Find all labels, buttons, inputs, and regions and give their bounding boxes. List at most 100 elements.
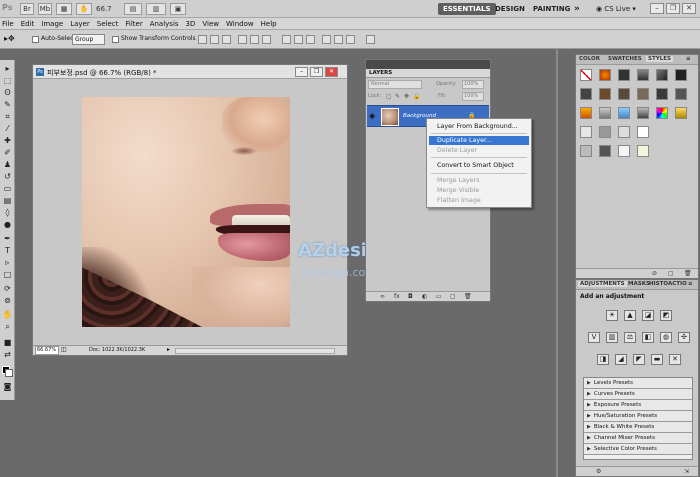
style-swatch[interactable]	[599, 88, 611, 100]
link-layers-icon[interactable]: ∞	[380, 293, 385, 300]
menu-help[interactable]: Help	[261, 18, 277, 29]
layers-tab[interactable]: LAYERS	[366, 69, 490, 78]
move-tool-icon[interactable]: ▸	[2, 64, 13, 74]
style-swatch[interactable]	[656, 69, 668, 81]
doc-minimize-button[interactable]: –	[295, 67, 308, 77]
style-swatch[interactable]	[599, 69, 611, 81]
history-brush-tool-icon[interactable]: ↺	[2, 172, 13, 182]
tab-styles[interactable]: STYLES	[646, 56, 673, 62]
preset-hue-saturation[interactable]: ▶ Hue/Saturation Presets	[584, 411, 692, 422]
menu-item-convert-smart-object[interactable]: Convert to Smart Object	[429, 161, 529, 170]
default-colors-icon[interactable]: ■	[2, 338, 13, 348]
delete-layer-icon[interactable]: 🗑	[464, 293, 472, 300]
style-swatch[interactable]	[580, 145, 592, 157]
distribute-bottom-icon[interactable]	[306, 35, 315, 44]
menu-edit[interactable]: Edit	[21, 18, 35, 29]
distribute-hcenter-icon[interactable]	[334, 35, 343, 44]
style-swatch[interactable]	[618, 88, 630, 100]
background-color-swatch[interactable]	[5, 369, 13, 377]
auto-align-icon[interactable]	[366, 35, 375, 44]
new-style-icon[interactable]: ▢	[668, 270, 674, 277]
dock-divider[interactable]	[556, 49, 558, 477]
minimize-button[interactable]: –	[650, 3, 664, 14]
style-swatch[interactable]	[618, 107, 630, 119]
tab-color[interactable]: COLOR	[579, 56, 600, 62]
hue-saturation-icon[interactable]: ▥	[606, 332, 618, 343]
menu-item-flatten-image[interactable]: Flatten Image	[429, 196, 529, 205]
path-selection-tool-icon[interactable]: ▹	[2, 258, 13, 268]
menu-select[interactable]: Select	[97, 18, 119, 29]
channel-mixer-icon[interactable]: ✣	[678, 332, 690, 343]
posterize-icon[interactable]: ◢	[615, 354, 627, 365]
gradient-map-icon[interactable]: ▬	[651, 354, 663, 365]
hand-zoom-icon[interactable]: ✋	[76, 3, 92, 15]
dodge-tool-icon[interactable]: ●	[2, 220, 13, 230]
threshold-icon[interactable]: ◤	[633, 354, 645, 365]
style-swatch[interactable]	[580, 88, 592, 100]
lasso-tool-icon[interactable]: ʘ	[2, 88, 13, 98]
invert-icon[interactable]: ◨	[597, 354, 609, 365]
3d-orbit-tool-icon[interactable]: ⊚	[2, 296, 13, 306]
preset-curves[interactable]: ▶ Curves Presets	[584, 389, 692, 400]
blur-tool-icon[interactable]: ◊	[2, 208, 13, 218]
menu-window[interactable]: Window	[226, 18, 254, 29]
view-extras-icon[interactable]: ▤	[124, 3, 142, 15]
style-swatch[interactable]	[618, 69, 630, 81]
style-swatch[interactable]	[656, 88, 668, 100]
gradient-tool-icon[interactable]: ▤	[2, 196, 13, 206]
zoom-level[interactable]: 66.7	[96, 5, 112, 13]
brush-tool-icon[interactable]: ✐	[2, 148, 13, 158]
menu-file[interactable]: File	[2, 18, 14, 29]
arrange-documents-icon[interactable]: ▥	[146, 3, 166, 15]
style-swatch-none[interactable]	[580, 69, 592, 81]
horizontal-scrollbar[interactable]	[175, 348, 335, 354]
levels-icon[interactable]: ▲	[624, 310, 636, 321]
style-swatch[interactable]	[580, 107, 592, 119]
tab-actions[interactable]: ACTIO	[668, 281, 687, 287]
align-right-icon[interactable]	[262, 35, 271, 44]
style-swatch[interactable]	[618, 145, 630, 157]
zoom-stepper-icon[interactable]: ◫	[61, 346, 67, 353]
distribute-right-icon[interactable]	[346, 35, 355, 44]
menu-item-merge-visible[interactable]: Merge Visible	[429, 186, 529, 195]
healing-brush-tool-icon[interactable]: ✚	[2, 136, 13, 146]
menu-3d[interactable]: 3D	[186, 18, 196, 29]
distribute-vcenter-icon[interactable]	[294, 35, 303, 44]
more-workspaces-icon[interactable]: »	[569, 3, 585, 15]
style-swatch[interactable]	[618, 126, 630, 138]
auto-select-checkbox[interactable]	[32, 36, 39, 43]
layers-panel-header[interactable]	[366, 60, 490, 69]
preset-channel-mixer[interactable]: ▶ Channel Mixer Presets	[584, 433, 692, 444]
distribute-top-icon[interactable]	[282, 35, 291, 44]
preset-exposure[interactable]: ▶ Exposure Presets	[584, 400, 692, 411]
align-vcenter-icon[interactable]	[210, 35, 219, 44]
style-swatch[interactable]	[599, 126, 611, 138]
expand-view-icon[interactable]: ⇲	[684, 468, 689, 475]
hand-tool-icon[interactable]: ✋	[2, 310, 13, 320]
lock-all-icon[interactable]: 🔒	[413, 93, 420, 100]
style-swatch[interactable]	[580, 126, 592, 138]
tab-masks[interactable]: MASKS	[628, 281, 650, 287]
pen-tool-icon[interactable]: ✒	[2, 234, 13, 244]
quick-mask-icon[interactable]: ◙	[2, 382, 13, 392]
tab-history[interactable]: HISTO	[649, 281, 668, 287]
auto-select-dropdown[interactable]: Group	[72, 34, 105, 45]
distribute-left-icon[interactable]	[322, 35, 331, 44]
swap-colors-icon[interactable]: ⇄	[2, 350, 13, 360]
close-button[interactable]: ✕	[682, 3, 696, 14]
type-tool-icon[interactable]: T	[2, 246, 13, 256]
crop-tool-icon[interactable]: ⌗	[2, 112, 13, 122]
lock-image-icon[interactable]: ✎	[395, 93, 400, 100]
align-top-icon[interactable]	[198, 35, 207, 44]
eyedropper-tool-icon[interactable]: ⁄	[2, 124, 13, 134]
quick-selection-tool-icon[interactable]: ✎	[2, 100, 13, 110]
panel-menu-icon[interactable]: ≡	[688, 281, 693, 287]
menu-item-layer-from-background[interactable]: Layer From Background...	[429, 122, 529, 131]
tab-adjustments[interactable]: ADJUSTMENTS	[578, 281, 627, 287]
workspace-essentials[interactable]: ESSENTIALS	[438, 3, 496, 15]
minibridge-icon[interactable]: Mb	[38, 3, 52, 15]
visibility-eye-icon[interactable]: ◉	[369, 112, 375, 120]
style-swatch[interactable]	[599, 145, 611, 157]
align-hcenter-icon[interactable]	[250, 35, 259, 44]
style-swatch[interactable]	[675, 107, 687, 119]
